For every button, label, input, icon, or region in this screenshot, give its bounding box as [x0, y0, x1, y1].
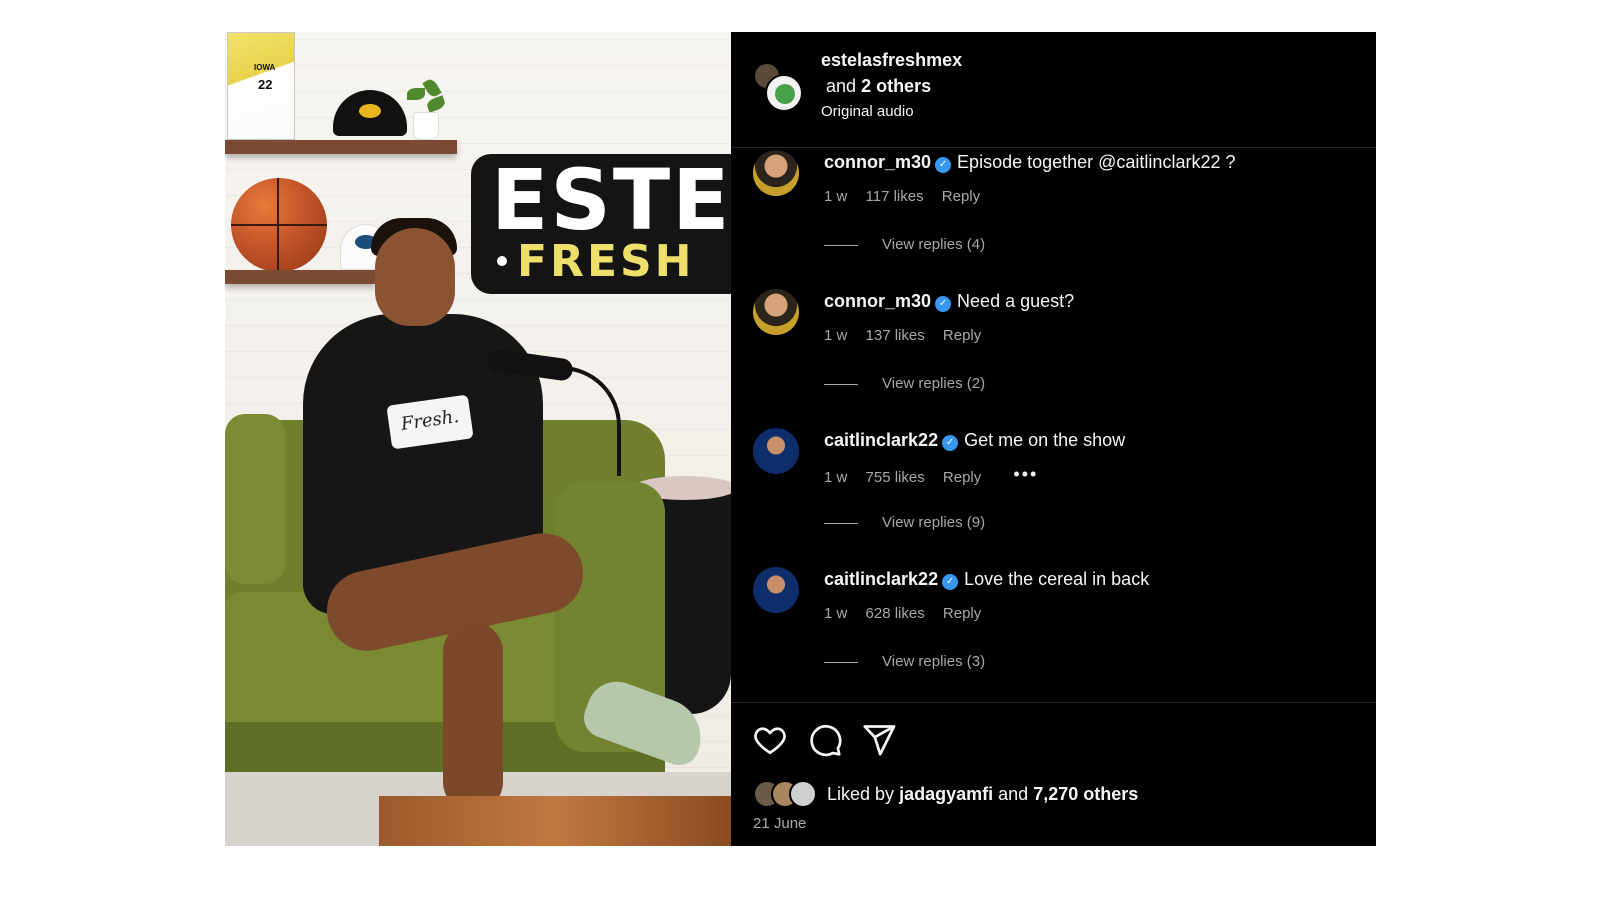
author-avatar[interactable] [753, 62, 803, 112]
commenter-avatar[interactable] [753, 150, 799, 196]
comment-text: Episode together @caitlinclark22 ? [957, 152, 1236, 172]
liked-by-user[interactable]: jadagyamfi [899, 784, 993, 804]
basketball [231, 178, 327, 272]
comment-text: Love the cereal in back [964, 569, 1150, 589]
comment-item: caitlinclark22 ✓ Get me on the show 1 w 75… [731, 422, 1376, 557]
comment-text: Get me on the show [964, 430, 1126, 450]
comment-line: connor_m30 ✓ Need a guest? [824, 291, 1074, 312]
magazine-cover: IOWA 22 [227, 32, 295, 140]
view-replies-button[interactable]: View replies (4) [824, 236, 985, 253]
coauthors-prefix: and [826, 76, 857, 96]
comment-meta: 1 w 117 likes Reply [824, 188, 994, 205]
comment-item: connor_m30 ✓ Need a guest? 1 w 137 likes R… [731, 283, 1376, 418]
replies-divider [824, 383, 858, 385]
lower-shelf [225, 270, 375, 284]
reply-button[interactable]: Reply [943, 605, 981, 622]
hoodie-patch-text: Fresh. [399, 406, 461, 435]
post-side-panel: estelasfreshmex and 2 others Original au… [731, 32, 1376, 846]
comment-username[interactable]: connor_m30 [824, 291, 931, 311]
post-date: 21 June [753, 815, 807, 832]
commenter-avatar[interactable] [753, 567, 799, 613]
view-replies-button[interactable]: View replies (3) [824, 653, 985, 670]
replies-divider [824, 522, 858, 524]
replies-divider [824, 661, 858, 663]
replies-divider [824, 244, 858, 246]
view-replies-label: View replies (9) [882, 514, 986, 531]
heart-icon[interactable] [752, 722, 788, 758]
view-replies-label: View replies (4) [882, 236, 986, 253]
verified-badge-icon: ✓ [935, 157, 952, 173]
comment-age: 1 w [824, 327, 848, 344]
person-shin [443, 622, 503, 812]
comment-age: 1 w [824, 469, 848, 486]
comment-item: caitlinclark22 ✓ Love the cereal in back 1… [731, 561, 1376, 696]
post-header: estelasfreshmex and 2 others Original au… [731, 32, 1376, 148]
liked-by-and: and [998, 784, 1029, 804]
person-head [375, 228, 455, 326]
comment-meta: 1 w 755 likes Reply ••• [824, 464, 1052, 487]
verified-badge-icon: ✓ [942, 574, 959, 590]
comment-age: 1 w [824, 188, 848, 205]
comment-meta: 1 w 628 likes Reply [824, 605, 995, 622]
reply-button[interactable]: Reply [942, 188, 980, 205]
comment-item: connor_m30 ✓ Episode together @caitlinclar… [731, 144, 1376, 279]
actions-divider [731, 702, 1376, 703]
potted-plant [405, 77, 447, 140]
audio-link[interactable]: Original audio [821, 103, 914, 120]
magazine-number-text: 22 [258, 77, 273, 92]
more-options-icon[interactable]: ••• [1013, 464, 1038, 484]
post-media-image[interactable]: IOWA 22 ESTE FRESH Fresh. [225, 32, 731, 846]
sofa-cushion [225, 414, 285, 584]
liked-by-prefix: Liked by [827, 784, 895, 804]
comment-icon[interactable] [807, 722, 843, 758]
coffee-table [379, 796, 731, 846]
verified-badge-icon: ✓ [935, 296, 952, 312]
comment-line: caitlinclark22 ✓ Love the cereal in back [824, 569, 1149, 590]
comment-age: 1 w [824, 605, 848, 622]
liker-avatars [753, 780, 821, 808]
comment-text: Need a guest? [957, 291, 1075, 311]
coauthors-link[interactable]: and 2 others [826, 76, 931, 97]
view-replies-button[interactable]: View replies (9) [824, 514, 985, 531]
coauthors-count: 2 others [861, 76, 932, 96]
comment-likes[interactable]: 117 likes [866, 188, 924, 205]
commenter-avatar[interactable] [753, 428, 799, 474]
commenter-avatar[interactable] [753, 289, 799, 335]
sign-title: ESTE [491, 151, 731, 249]
comment-username[interactable]: connor_m30 [824, 152, 931, 172]
liker-avatar [789, 780, 817, 808]
liked-by-count[interactable]: 7,270 others [1033, 784, 1138, 804]
verified-badge-icon: ✓ [942, 435, 959, 451]
liked-by-text: Liked by jadagyamfi and 7,270 others [827, 784, 1138, 805]
view-replies-button[interactable]: View replies (2) [824, 375, 985, 392]
author-username[interactable]: estelasfreshmex [821, 50, 962, 71]
sign-subtitle: FRESH [517, 236, 695, 287]
comment-line: connor_m30 ✓ Episode together @caitlinclar… [824, 152, 1235, 173]
view-replies-label: View replies (3) [882, 653, 986, 670]
comment-username[interactable]: caitlinclark22 [824, 569, 938, 589]
comment-meta: 1 w 137 likes Reply [824, 327, 995, 344]
reply-button[interactable]: Reply [943, 469, 981, 486]
magazine-team-text: IOWA [254, 63, 276, 72]
comment-likes[interactable]: 628 likes [866, 605, 925, 622]
view-replies-label: View replies (2) [882, 375, 986, 392]
top-shelf [225, 140, 457, 154]
show-sign: ESTE FRESH [471, 154, 731, 294]
comment-likes[interactable]: 137 likes [866, 327, 925, 344]
send-icon[interactable] [861, 722, 897, 758]
comment-likes[interactable]: 755 likes [866, 469, 925, 486]
comment-line: caitlinclark22 ✓ Get me on the show [824, 430, 1125, 451]
comment-username[interactable]: caitlinclark22 [824, 430, 938, 450]
reply-button[interactable]: Reply [943, 327, 981, 344]
